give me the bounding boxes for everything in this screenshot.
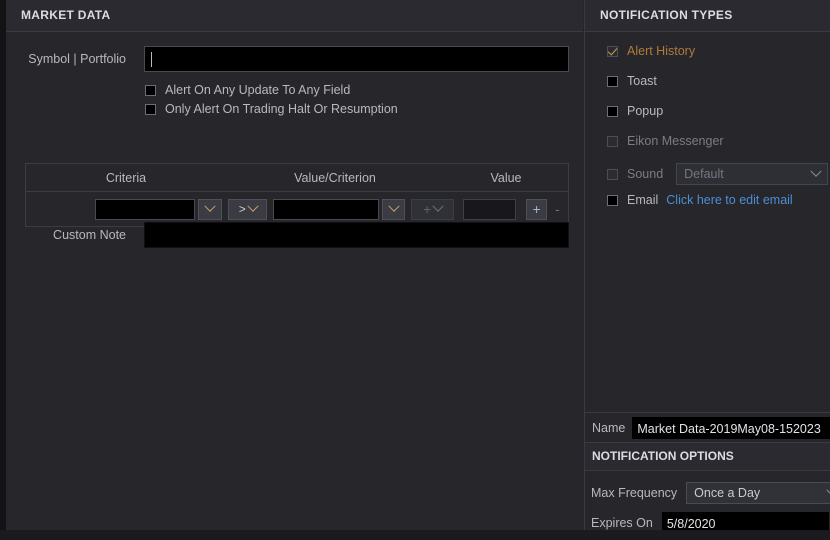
chevron-down-icon xyxy=(432,200,444,212)
window-bottom-edge xyxy=(0,530,830,540)
expires-on-label: Expires On xyxy=(591,516,653,530)
symbol-portfolio-row: Symbol | Portfolio xyxy=(6,46,569,72)
add-row-button[interactable]: + xyxy=(526,198,548,220)
max-frequency-select[interactable]: Once a Day xyxy=(686,482,830,504)
value-criterion-dropdown-button[interactable] xyxy=(382,198,406,220)
criteria-input[interactable] xyxy=(95,198,195,220)
market-data-body: Symbol | Portfolio Alert On Any Update T… xyxy=(6,31,583,530)
symbol-portfolio-label: Symbol | Portfolio xyxy=(28,52,126,66)
market-data-header: MARKET DATA xyxy=(6,0,583,31)
custom-note-input[interactable] xyxy=(144,222,569,248)
email-label: Email xyxy=(627,193,659,207)
value-input[interactable] xyxy=(462,198,517,220)
alert-halt-resumption-row[interactable]: Only Alert On Trading Halt Or Resumption xyxy=(145,102,398,116)
alert-name-row: Name Market Data-2019May08-152023 xyxy=(585,412,830,443)
alert-name-input[interactable]: Market Data-2019May08-152023 xyxy=(632,416,830,439)
chevron-down-icon xyxy=(204,200,216,212)
text-caret xyxy=(151,52,152,68)
max-frequency-row: Max Frequency Once a Day xyxy=(591,482,830,504)
notification-row-sound: Sound Default xyxy=(607,163,829,185)
notification-row-popup[interactable]: Popup xyxy=(607,104,663,118)
toast-label: Toast xyxy=(627,74,657,88)
plus-icon: + xyxy=(423,201,432,217)
chevron-down-icon xyxy=(810,165,822,177)
sound-select: Default xyxy=(676,163,829,185)
column-header-value-criterion: Value/Criterion xyxy=(294,170,376,185)
alert-halt-resumption-label: Only Alert On Trading Halt Or Resumption xyxy=(165,102,398,116)
plus-icon: + xyxy=(532,201,541,217)
market-data-panel: MARKET DATA Symbol | Portfolio Alert On … xyxy=(0,0,583,540)
notification-row-alert-history[interactable]: Alert History xyxy=(607,44,695,58)
alert-name-label: Name xyxy=(592,420,626,435)
notification-types-body: Alert History Toast Popup Eikon Messenge… xyxy=(585,31,830,412)
add-criterion-split-button: + xyxy=(411,198,454,220)
symbol-portfolio-input[interactable] xyxy=(144,46,569,72)
sound-select-value: Default xyxy=(684,167,724,181)
minus-icon: - xyxy=(555,201,560,217)
sound-checkbox xyxy=(607,168,618,180)
notification-row-email[interactable]: Email Click here to edit email xyxy=(607,193,793,207)
criteria-table-row: > + + - xyxy=(26,192,568,226)
alert-history-checkbox xyxy=(607,45,618,57)
column-header-criteria: Criteria xyxy=(105,170,147,185)
popup-label: Popup xyxy=(627,104,664,118)
alert-any-update-checkbox[interactable] xyxy=(145,84,156,96)
max-frequency-value: Once a Day xyxy=(694,486,761,500)
eikon-messenger-label: Eikon Messenger xyxy=(627,134,724,148)
alert-history-label: Alert History xyxy=(627,44,696,58)
column-header-value: Value xyxy=(490,170,522,185)
alert-manager-window: MARKET DATA Symbol | Portfolio Alert On … xyxy=(0,0,830,540)
edit-email-link[interactable]: Click here to edit email xyxy=(666,193,792,207)
alert-any-update-label: Alert On Any Update To Any Field xyxy=(165,83,351,97)
operator-dropdown-button[interactable]: > xyxy=(228,198,268,220)
alert-any-update-row[interactable]: Alert On Any Update To Any Field xyxy=(145,83,350,97)
notification-types-header: NOTIFICATION TYPES xyxy=(585,0,830,31)
remove-row-button: - xyxy=(547,199,568,220)
sound-label: Sound xyxy=(627,167,664,181)
max-frequency-label: Max Frequency xyxy=(591,486,678,500)
criteria-table: Criteria Value/Criterion Value > + + - xyxy=(25,163,569,227)
value-criterion-input[interactable] xyxy=(273,198,380,220)
custom-note-label: Custom Note xyxy=(53,228,126,242)
notification-row-eikon-messenger: Eikon Messenger xyxy=(607,134,724,148)
toast-checkbox[interactable] xyxy=(607,75,618,87)
criteria-table-header-row: Criteria Value/Criterion Value xyxy=(26,164,568,192)
operator-value: > xyxy=(238,202,246,216)
custom-note-row: Custom Note xyxy=(6,222,569,248)
criteria-dropdown-button[interactable] xyxy=(197,198,223,220)
alert-halt-resumption-checkbox[interactable] xyxy=(145,103,156,115)
email-checkbox[interactable] xyxy=(607,194,618,206)
chevron-down-icon xyxy=(388,200,400,212)
notifications-panel: NOTIFICATION TYPES Alert History Toast P… xyxy=(584,0,830,540)
notification-row-toast[interactable]: Toast xyxy=(607,74,657,88)
popup-checkbox[interactable] xyxy=(607,105,618,117)
notification-options-header: NOTIFICATION OPTIONS xyxy=(585,443,830,470)
chevron-down-icon xyxy=(247,200,259,212)
eikon-messenger-checkbox xyxy=(607,135,618,147)
